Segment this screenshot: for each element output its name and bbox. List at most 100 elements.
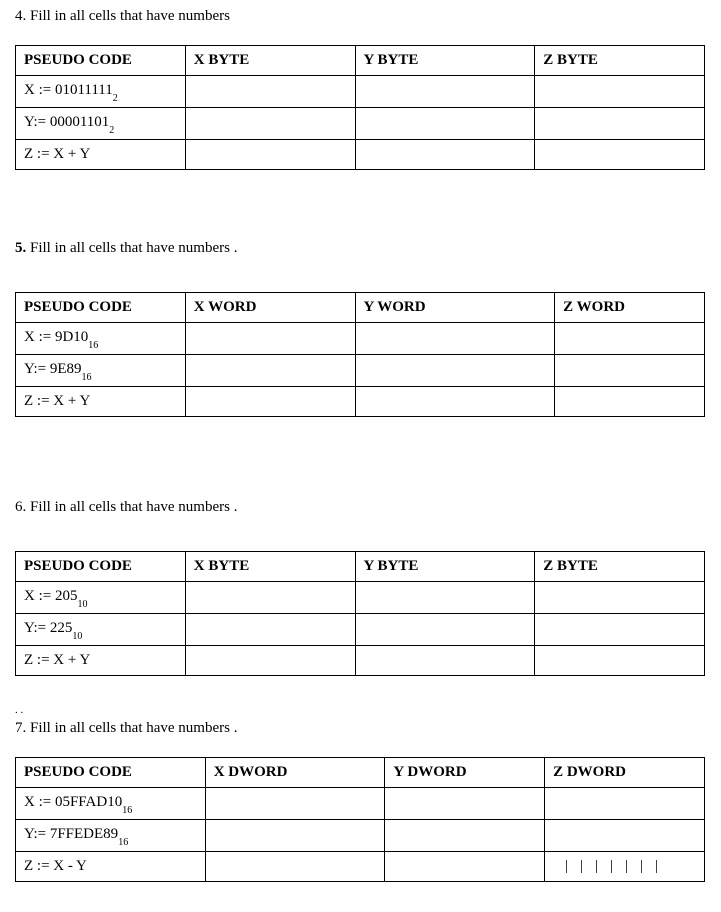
q5-r0-code: X := 9D1016 [16,323,186,355]
q7-h2: Y DWORD [385,758,545,788]
table-row: Y:= 7FFEDE8916 [16,820,705,852]
q5-h1: X WORD [185,293,355,323]
table-row: X := 9D1016 [16,323,705,355]
blank-cell[interactable] [555,323,705,355]
q5-table: PSEUDO CODE X WORD Y WORD Z WORD X := 9D… [15,292,705,417]
q4-h3: Z BYTE [535,46,705,76]
table-row: Z := X + Y [16,646,705,676]
code-text: Y:= 00001101 [24,114,109,130]
blank-cell[interactable] [205,788,385,820]
code-sub: 16 [122,805,132,816]
blank-cell[interactable] [185,76,355,108]
q4-h1: X BYTE [185,46,355,76]
code-sub: 2 [109,125,114,136]
blank-cell[interactable] [555,355,705,387]
q6-r2-code: Z := X + Y [16,646,186,676]
code-sub: 10 [77,599,87,610]
q7-h0: PSEUDO CODE [16,758,206,788]
question-5-label: 5. Fill in all cells that have numbers . [15,240,706,257]
table-row: Y:= 9E8916 [16,355,705,387]
blank-cell[interactable] [355,646,535,676]
blank-cell[interactable] [185,108,355,140]
blank-cell[interactable] [355,76,535,108]
blank-cell[interactable] [355,140,535,170]
code-sub: 2 [113,93,118,104]
table-row: X := 010111112 [16,76,705,108]
blank-cell[interactable] [555,387,705,417]
blank-cell[interactable] [185,140,355,170]
q4-r2-code: Z := X + Y [16,140,186,170]
table-row: Z := X - Y ||||||| [16,852,705,882]
blank-cell[interactable] [545,820,705,852]
q6-h1: X BYTE [185,552,355,582]
code-sub: 16 [88,340,98,351]
q7-prompt: . Fill in all cells that have numbers . [23,720,238,736]
q5-r2-code: Z := X + Y [16,387,186,417]
code-text: Y:= 7FFEDE89 [24,826,118,842]
blank-cell[interactable] [545,788,705,820]
code-text: X := 05FFAD10 [24,794,122,810]
blank-cell[interactable] [535,582,705,614]
code-text: Y:= 225 [24,620,72,636]
q4-table: PSEUDO CODE X BYTE Y BYTE Z BYTE X := 01… [15,45,705,170]
q4-r1-code: Y:= 000011012 [16,108,186,140]
q6-h0: PSEUDO CODE [16,552,186,582]
q6-r1-code: Y:= 22510 [16,614,186,646]
table-row: Y:= 000011012 [16,108,705,140]
table-header-row: PSEUDO CODE X BYTE Y BYTE Z BYTE [16,552,705,582]
blank-cell[interactable] [355,323,555,355]
code-text: X := 01011111 [24,82,113,98]
q4-prompt: . Fill in all cells that have numbers [23,8,230,24]
blank-cell[interactable] [205,852,385,882]
question-4-label: 4. Fill in all cells that have numbers [15,8,706,25]
q7-dots: . . [15,704,706,716]
code-text: Z := X + Y [24,652,90,668]
blank-cell[interactable] [205,820,385,852]
q7-r2-code: Z := X - Y [16,852,206,882]
blank-cell[interactable] [185,323,355,355]
blank-cell[interactable] [535,108,705,140]
q7-ticks-cell[interactable]: ||||||| [545,852,705,882]
blank-cell[interactable] [185,582,355,614]
blank-cell[interactable] [355,614,535,646]
q4-h0: PSEUDO CODE [16,46,186,76]
blank-cell[interactable] [535,76,705,108]
code-text: X := 205 [24,588,77,604]
blank-cell[interactable] [185,355,355,387]
q7-r0-code: X := 05FFAD1016 [16,788,206,820]
blank-cell[interactable] [535,614,705,646]
blank-cell[interactable] [185,646,355,676]
q7-r1-code: Y:= 7FFEDE8916 [16,820,206,852]
table-row: Z := X + Y [16,387,705,417]
q4-h2: Y BYTE [355,46,535,76]
q6-h2: Y BYTE [355,552,535,582]
q7-number: 7 [15,720,23,736]
q6-h3: Z BYTE [535,552,705,582]
table-row: X := 20510 [16,582,705,614]
blank-cell[interactable] [355,355,555,387]
blank-cell[interactable] [355,387,555,417]
question-6-label: 6. Fill in all cells that have numbers . [15,499,706,516]
code-text: Z := X + Y [24,393,90,409]
blank-cell[interactable] [535,646,705,676]
q5-r1-code: Y:= 9E8916 [16,355,186,387]
code-sub: 10 [72,631,82,642]
blank-cell[interactable] [185,387,355,417]
table-row: Y:= 22510 [16,614,705,646]
q6-number: 6 [15,499,23,515]
q5-h0: PSEUDO CODE [16,293,186,323]
table-row: X := 05FFAD1016 [16,788,705,820]
blank-cell[interactable] [355,108,535,140]
blank-cell[interactable] [185,614,355,646]
q7-h1: X DWORD [205,758,385,788]
q5-number: 5. [15,240,26,256]
code-text: Z := X + Y [24,146,90,162]
blank-cell[interactable] [385,788,545,820]
blank-cell[interactable] [385,852,545,882]
q6-table: PSEUDO CODE X BYTE Y BYTE Z BYTE X := 20… [15,551,705,676]
table-header-row: PSEUDO CODE X WORD Y WORD Z WORD [16,293,705,323]
blank-cell[interactable] [355,582,535,614]
code-sub: 16 [118,837,128,848]
blank-cell[interactable] [385,820,545,852]
blank-cell[interactable] [535,140,705,170]
